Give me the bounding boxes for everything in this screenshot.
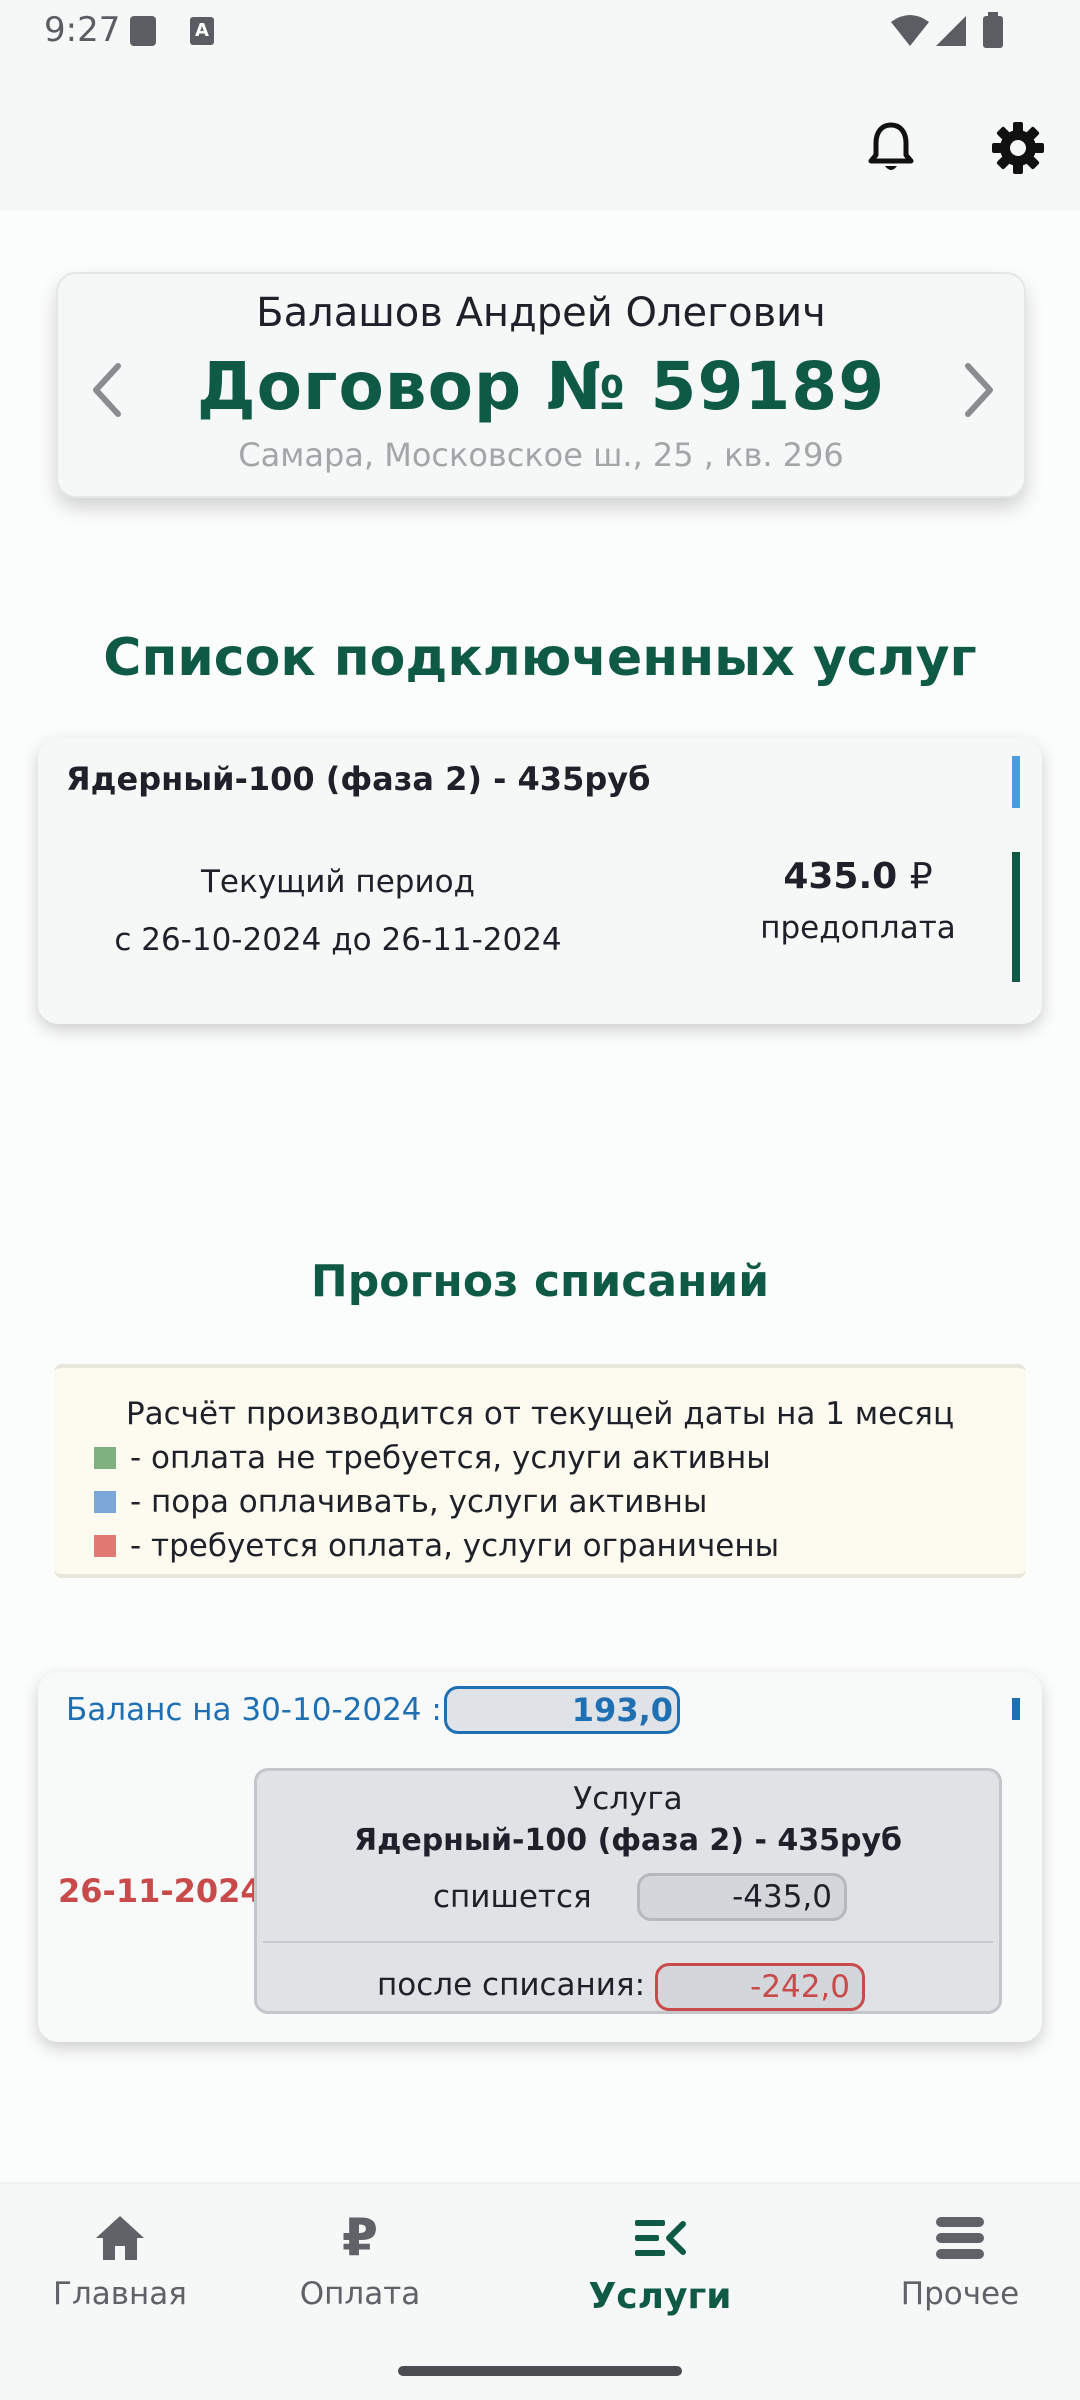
ruble-icon: ₽ [341, 2208, 379, 2268]
wifi-icon [891, 15, 929, 46]
status-marker-blue [1012, 756, 1020, 808]
balance-value: 193,0 [444, 1686, 680, 1734]
after-charge-value: -242,0 [655, 1963, 865, 2011]
currency-symbol: ₽ [909, 856, 933, 897]
status-time: 9:27 [44, 10, 121, 50]
payment-type: предоплата [760, 910, 956, 946]
owner-name: Балашов Андрей Олегович [256, 290, 826, 336]
next-contract-button[interactable] [958, 360, 1002, 420]
after-charge-label: после списания: [377, 1967, 646, 2003]
service-price: 435.0 ₽ [678, 856, 1038, 897]
forecast-card: Баланс на 30-10-2024 : 193,0 26-11-2024 … [38, 1672, 1042, 2042]
legend-item-green: - оплата не требуется, услуги активны [94, 1440, 771, 1476]
legend-swatch-green [94, 1447, 116, 1469]
services-list-icon [628, 2206, 692, 2270]
period-range: с 26-10-2024 до 26-11-2024 [114, 922, 562, 958]
chevron-left-icon [93, 363, 121, 417]
nav-item-more[interactable]: Прочее [840, 2206, 1080, 2356]
service-card[interactable]: Ядерный-100 (фаза 2) - 435руб Текущий пе… [38, 738, 1042, 1024]
forecast-section-title: Прогноз списаний [310, 1256, 770, 1307]
service-name: Ядерный-100 (фаза 2) - 435руб [66, 760, 651, 798]
charge-date: 26-11-2024 [58, 1872, 263, 1910]
gear-icon [992, 122, 1044, 174]
divider [263, 1941, 993, 1943]
price-amount: 435.0 [783, 856, 898, 897]
menu-icon [928, 2206, 992, 2270]
home-icon [88, 2206, 152, 2270]
nav-item-home[interactable]: Главная [0, 2206, 240, 2356]
home-indicator[interactable] [398, 2366, 682, 2376]
status-marker-blue [1012, 1698, 1020, 1720]
period-label: Текущий период [201, 864, 475, 900]
legend-swatch-red [94, 1535, 116, 1557]
legend-box: Расчёт производится от текущей даты на 1… [54, 1364, 1026, 1578]
charge-service-name: Ядерный-100 (фаза 2) - 435руб [354, 1823, 902, 1858]
nav-label: Прочее [900, 2276, 1020, 2312]
keyboard-a-icon: A [190, 17, 214, 45]
nav-label: Оплата [299, 2276, 421, 2312]
settings-button[interactable] [982, 112, 1054, 184]
notifications-button[interactable] [855, 112, 927, 184]
legend-note: Расчёт производится от текущей даты на 1… [125, 1396, 955, 1432]
battery-icon [983, 12, 1003, 48]
contract-address: Самара, Московское ш., 25 , кв. 296 [238, 436, 844, 474]
signal-icon [936, 16, 966, 46]
debit-label: спишется [433, 1879, 592, 1915]
nav-label: Услуги [588, 2276, 732, 2317]
nav-label: Главная [53, 2276, 187, 2312]
legend-text: - требуется оплата, услуги ограничены [130, 1528, 780, 1564]
charge-details: Услуга Ядерный-100 (фаза 2) - 435руб спи… [254, 1768, 1002, 2014]
charge-service-label: Услуга [573, 1781, 683, 1817]
chevron-right-icon [965, 363, 993, 417]
legend-text: - пора оплачивать, услуги активны [130, 1484, 708, 1520]
nav-item-services[interactable]: Услуги [540, 2206, 780, 2356]
debit-value: -435,0 [637, 1873, 847, 1921]
bell-icon [868, 122, 914, 170]
nav-item-payment[interactable]: ₽ Оплата [240, 2206, 480, 2356]
services-section-title: Список подключенных услуг [103, 628, 977, 688]
legend-item-red: - требуется оплата, услуги ограничены [94, 1528, 779, 1564]
legend-swatch-blue [94, 1491, 116, 1513]
legend-text: - оплата не требуется, услуги активны [130, 1440, 771, 1476]
sd-card-icon [130, 16, 156, 46]
status-marker-green [1012, 852, 1020, 982]
prev-contract-button[interactable] [84, 360, 128, 420]
contract-number: Договор № 59189 [196, 348, 886, 425]
balance-label: Баланс на 30-10-2024 : [66, 1692, 442, 1728]
legend-item-blue: - пора оплачивать, услуги активны [94, 1484, 707, 1520]
contract-card[interactable]: Балашов Андрей Олегович Договор № 59189 … [56, 272, 1026, 498]
